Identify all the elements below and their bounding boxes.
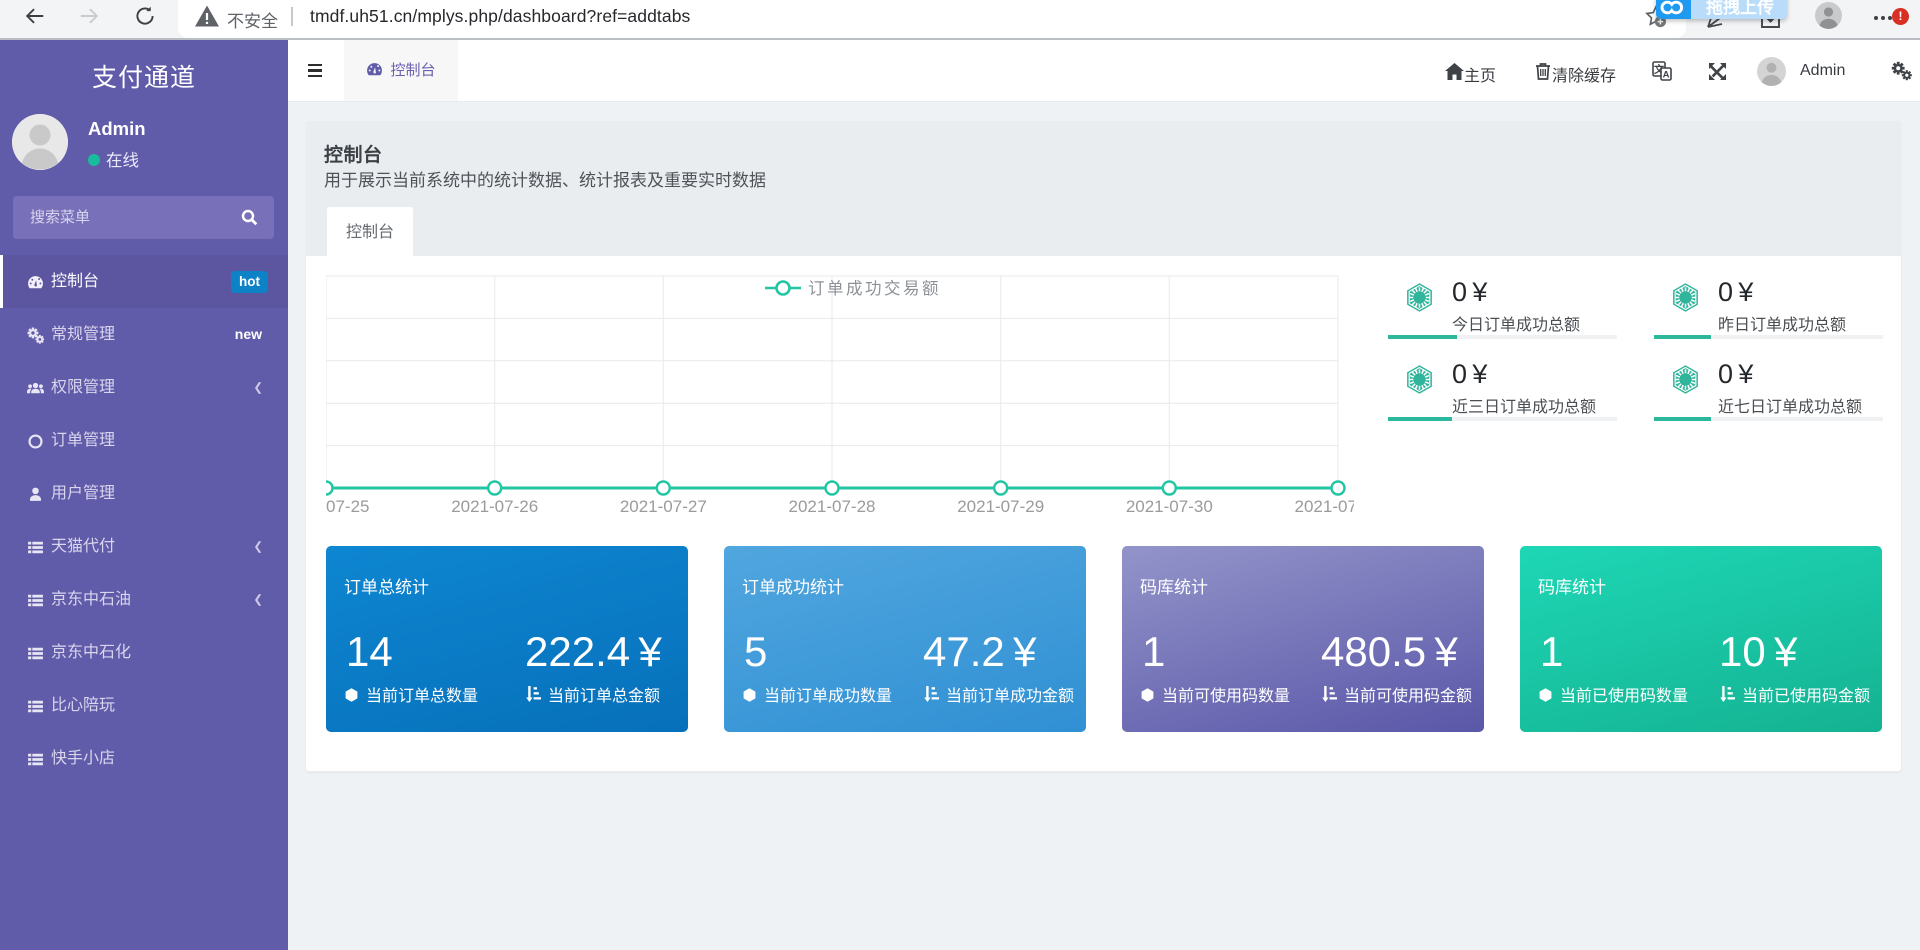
svg-text:2021-07-30: 2021-07-30 (1126, 497, 1213, 516)
svg-text:A: A (1663, 70, 1670, 81)
svg-text:2021-07-26: 2021-07-26 (451, 497, 538, 516)
svg-text:2021-07-27: 2021-07-27 (620, 497, 707, 516)
svg-text:2021-07-29: 2021-07-29 (957, 497, 1044, 516)
svg-text:2021-07-25: 2021-07-25 (326, 497, 369, 516)
svg-text:订单成功交易额: 订单成功交易额 (808, 279, 941, 298)
svg-text:2021-07-31: 2021-07-31 (1295, 497, 1354, 516)
svg-text:2021-07-28: 2021-07-28 (789, 497, 876, 516)
